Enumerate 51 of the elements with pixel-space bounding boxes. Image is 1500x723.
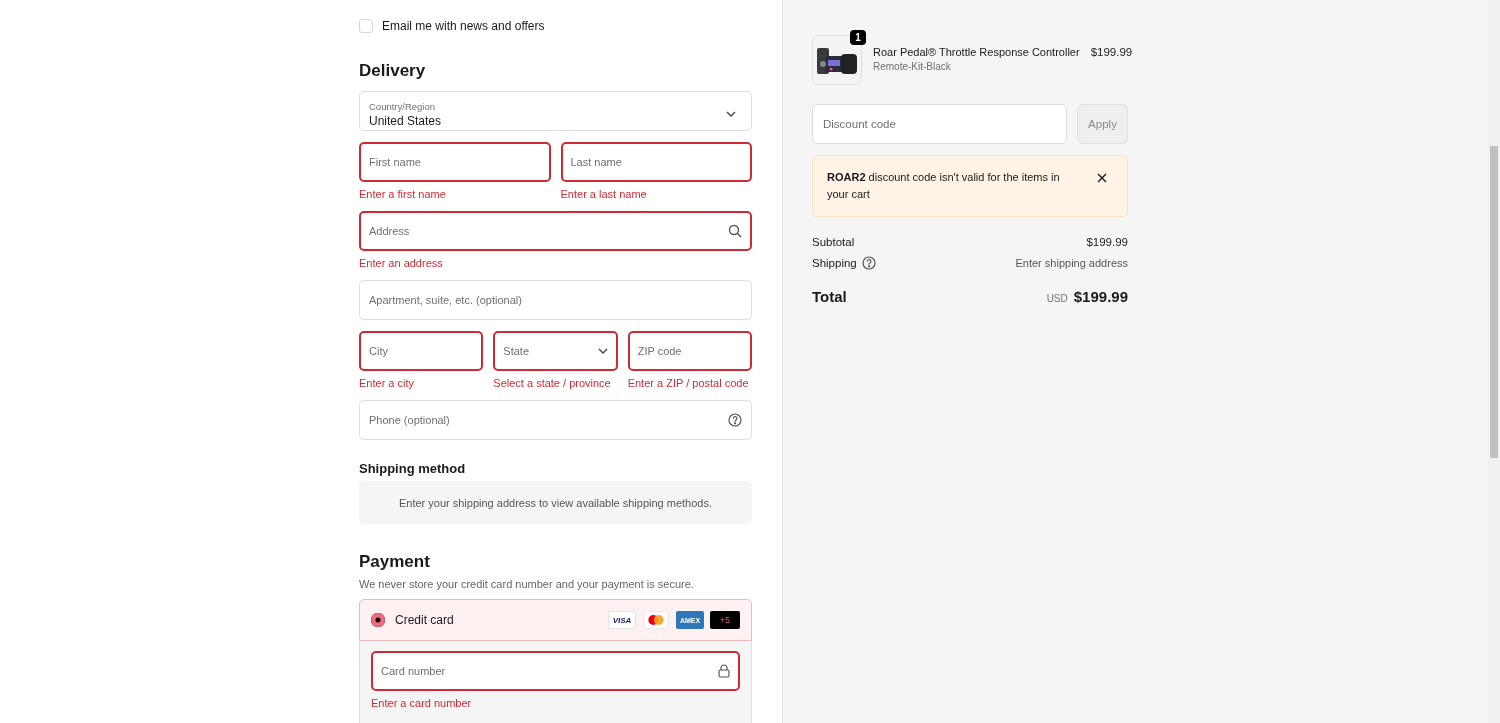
input-field[interactable]: Address xyxy=(359,211,752,251)
apply-button[interactable]: Apply xyxy=(1077,104,1128,144)
quantity-badge: 1 xyxy=(850,30,866,45)
error-message: Enter a last name xyxy=(560,188,647,200)
summary-value: $199.99 xyxy=(1086,236,1128,248)
input-field[interactable]: Apartment, suite, etc. (optional) xyxy=(359,280,752,320)
product-name: Roar Pedal® Throttle Response Controller xyxy=(873,46,1080,58)
total-amount: $199.99 xyxy=(1073,288,1128,305)
error-message: Enter a ZIP / postal code xyxy=(627,377,749,389)
help-icon[interactable] xyxy=(728,413,742,427)
summary-label: Shipping xyxy=(812,257,857,269)
input-field[interactable]: Phone (optional) xyxy=(359,400,752,440)
input-field[interactable]: City xyxy=(359,331,484,371)
alert-message: ROAR2 discount code isn't valid for the items in your cart xyxy=(827,170,1061,202)
summary-value: Enter shipping address xyxy=(1015,257,1128,269)
input-field[interactable]: Card number xyxy=(371,651,740,691)
security-note: We never store your credit card number and your payment is secure. xyxy=(359,578,694,590)
chevron-down-icon xyxy=(726,111,736,117)
radio-button[interactable] xyxy=(371,613,385,627)
section-heading: Payment xyxy=(359,552,430,572)
product-variant: Remote-Kit-Black xyxy=(873,61,951,72)
error-message: Enter an address xyxy=(359,257,443,269)
error-message: Enter a card number xyxy=(371,697,472,709)
country-select[interactable]: Country/Region United States xyxy=(359,91,752,131)
input-field[interactable]: ZIP code xyxy=(627,331,752,371)
more-cards-badge: +5 xyxy=(710,611,740,629)
lock-icon xyxy=(718,664,730,678)
help-icon[interactable] xyxy=(861,256,876,270)
section-heading: Delivery xyxy=(359,61,426,81)
total-label: Total xyxy=(812,288,847,305)
summary-label: Subtotal xyxy=(812,236,855,248)
mastercard-logo xyxy=(642,611,670,629)
visa-logo: VISA xyxy=(608,611,636,629)
product-price: $199.99 xyxy=(1090,45,1133,58)
scrollbar[interactable] xyxy=(1488,0,1500,723)
error-message: Enter a city xyxy=(359,377,415,389)
error-message: Select a state / province xyxy=(493,377,611,389)
scrollbar-thumb[interactable] xyxy=(1490,146,1498,458)
input-field[interactable]: Last name xyxy=(560,142,752,182)
section-heading: Shipping method xyxy=(359,461,466,476)
state-select[interactable]: State xyxy=(493,331,618,371)
discount-field[interactable]: Discount code xyxy=(812,104,1067,144)
checkbox[interactable] xyxy=(359,19,373,33)
search-icon xyxy=(728,224,742,238)
currency-code: USD xyxy=(1046,293,1068,304)
close-icon[interactable] xyxy=(1097,173,1107,183)
input-field[interactable]: First name xyxy=(359,142,551,182)
chevron-down-icon xyxy=(597,348,608,354)
notice-text: Enter your shipping address to view available shipping methods. xyxy=(398,496,713,509)
error-message: Enter a first name xyxy=(359,188,446,200)
checkbox-label: Email me with news and offers xyxy=(382,19,545,33)
